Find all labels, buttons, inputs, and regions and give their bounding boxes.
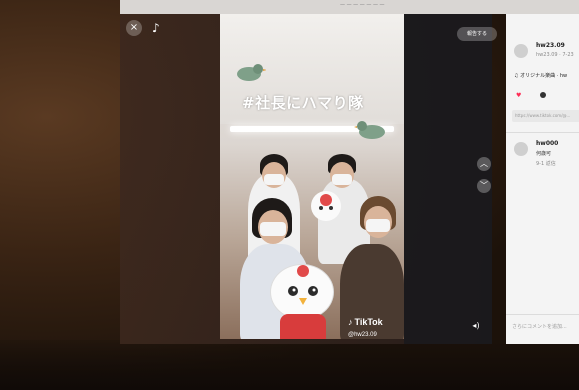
like-button[interactable]: ♥ — [516, 92, 521, 99]
chevron-down-icon: ﹀ — [480, 181, 488, 190]
author-subtitle: hw23.09 · 7-23 — [536, 52, 574, 58]
panel-divider — [506, 132, 579, 133]
video-lightbox-right — [404, 14, 492, 344]
browser-strip-text: — — — — — — — — [340, 2, 385, 8]
report-button[interactable]: 報告する — [457, 27, 497, 41]
speaker-icon: ◂) — [472, 321, 480, 330]
comment-meta[interactable]: 9-1 返信 — [536, 160, 556, 167]
bird-sticker-icon — [237, 64, 266, 81]
report-button-label: 報告する — [466, 31, 487, 37]
tiktok-watermark: ♪ TikTok @hw23.09 — [348, 312, 383, 338]
author-avatar[interactable] — [514, 44, 528, 58]
heart-icon: ♥ — [516, 92, 522, 99]
comment-input[interactable]: さらにコメントを追加... — [506, 314, 579, 338]
mascot-head — [270, 264, 334, 320]
mascot-plush-icon — [311, 191, 341, 221]
share-link-field[interactable]: https://www.tiktok.com/@... — [512, 110, 579, 122]
watermark-brand: TikTok — [354, 317, 383, 327]
comment-text: 何歳可 — [536, 151, 552, 157]
comment-count-button[interactable] — [540, 92, 546, 100]
music-label[interactable]: ♫ オリジナル楽曲 · hw — [514, 72, 567, 79]
author-name[interactable]: hw23.09 — [536, 42, 565, 49]
close-icon: × — [129, 22, 139, 33]
commenter-name[interactable]: hw000 — [536, 140, 558, 147]
commenter-avatar[interactable] — [514, 142, 528, 156]
tiktok-note-icon: ♪ — [348, 317, 353, 327]
comments-panel: hw23.09 hw23.09 · 7-23 ♫ オリジナル楽曲 · hw ♥ … — [506, 14, 579, 344]
face-mask — [366, 219, 390, 232]
chevron-up-icon: ︿ — [480, 159, 488, 168]
comment-icon — [540, 92, 546, 98]
previous-video-button[interactable]: ︿ — [477, 157, 491, 171]
close-button[interactable]: × — [126, 20, 142, 36]
tiktok-logo-icon: ♪ — [152, 21, 160, 35]
bird-sticker-icon — [354, 121, 385, 139]
browser-strip: — — — — — — — — [120, 0, 579, 14]
photo-foreground — [0, 340, 579, 390]
watermark-handle: @hw23.09 — [348, 332, 377, 338]
face-mask — [332, 174, 352, 185]
mascot-body — [280, 314, 326, 339]
video-player[interactable]: #社長にハマり隊 ♪ TikTok @hw23.09 — [220, 14, 404, 339]
volume-button[interactable]: ◂) — [470, 320, 482, 332]
face-mask — [260, 222, 286, 236]
next-video-button[interactable]: ﹀ — [477, 179, 491, 193]
face-mask — [264, 174, 284, 185]
video-caption-title: #社長にハマり隊 — [242, 94, 364, 112]
